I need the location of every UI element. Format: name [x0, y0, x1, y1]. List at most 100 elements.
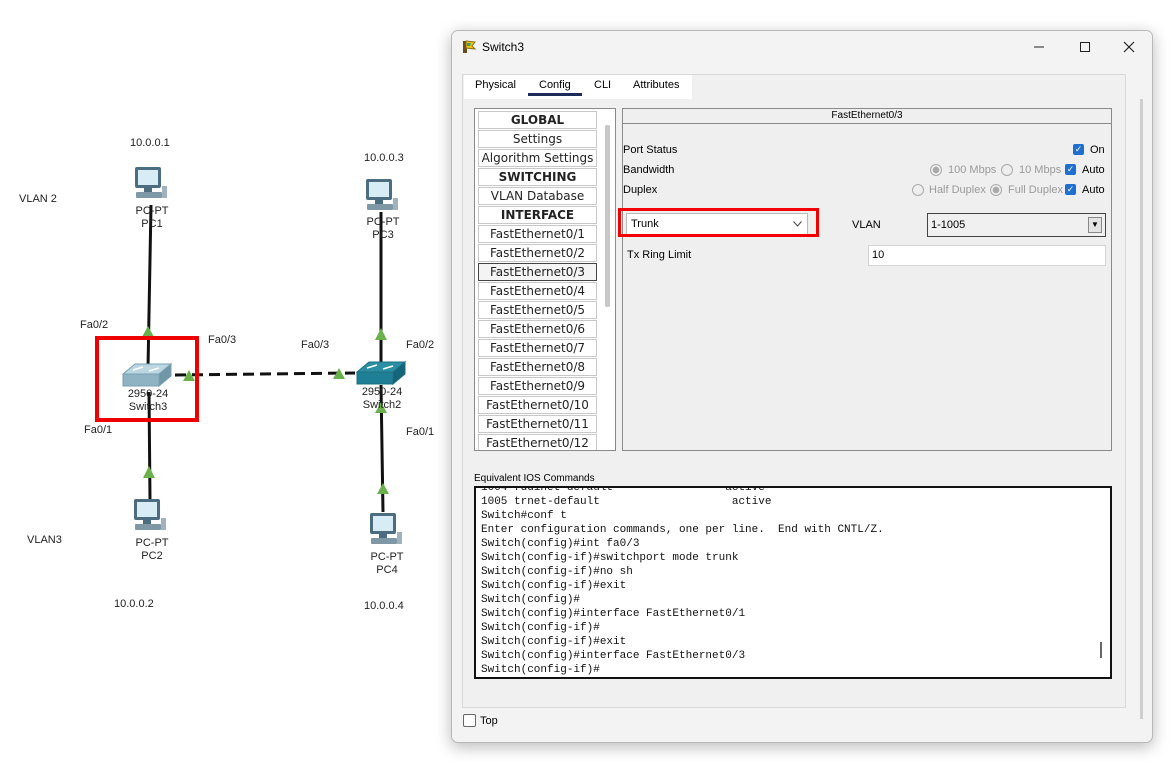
minimize-icon [1034, 46, 1044, 48]
top-checkbox[interactable] [463, 714, 476, 727]
ios-line: Switch(config)#interface FastEthernet0/1 [481, 608, 746, 620]
nav-item-fastethernet0-2[interactable]: FastEthernet0/2 [478, 244, 597, 262]
tab-attributes[interactable]: Attributes [633, 77, 679, 93]
checkmark-icon: ✓ [1066, 184, 1075, 194]
minimize-button[interactable] [1016, 31, 1062, 63]
nav-item-fastethernet0-4[interactable]: FastEthernet0/4 [478, 282, 597, 300]
ip-label-pc1: 10.0.0.1 [129, 137, 171, 149]
pc3-type: PC-PT [366, 216, 400, 228]
duplex-auto-checkbox[interactable]: ✓ [1065, 184, 1076, 195]
duplex-auto-label: Auto [1082, 184, 1105, 196]
checkmark-icon: ✓ [1066, 164, 1075, 174]
nav-item-fastethernet0-6[interactable]: FastEthernet0/6 [478, 320, 597, 338]
pc2-label: PC-PT PC2 [112, 537, 192, 563]
ios-line: Switch(config-if)#exit [481, 580, 627, 592]
vlan-range-value: 1-1005 [931, 219, 966, 231]
pc2-icon[interactable] [131, 498, 167, 532]
half-duplex-label: Half Duplex [929, 184, 986, 196]
ios-commands-label: Equivalent IOS Commands [474, 473, 595, 484]
bw-auto-label: Auto [1082, 164, 1105, 176]
nav-item-fastethernet0-12[interactable]: FastEthernet0/12 [478, 434, 597, 450]
nav-item-switching[interactable]: SWITCHING [478, 168, 597, 186]
tab-physical[interactable]: Physical [475, 77, 516, 93]
vlan-range-dropdown[interactable]: 1-1005 ▼ [927, 213, 1106, 237]
switch2-label: 2950-24 Switch2 [342, 386, 422, 412]
port-mode-highlight-box [618, 208, 819, 237]
pc3-label: PC-PT PC3 [343, 216, 423, 242]
port-label-sw3-fa02: Fa0/2 [79, 319, 110, 331]
bw-100-label: 100 Mbps [948, 164, 997, 176]
port-label-sw3-fa03: Fa0/3 [207, 334, 238, 346]
full-duplex-radio[interactable] [990, 184, 1002, 196]
nav-item-vlan-database[interactable]: VLAN Database [478, 187, 597, 205]
half-duplex-radio[interactable] [912, 184, 924, 196]
port-label-sw3-fa01: Fa0/1 [83, 424, 114, 436]
vlan-label: VLAN [852, 219, 881, 231]
ios-line: 1005 trnet-default active [481, 496, 772, 508]
ip-label-pc3: 10.0.0.3 [363, 152, 405, 164]
port-up-marker [375, 328, 387, 340]
bw-auto-checkbox[interactable]: ✓ [1065, 164, 1076, 175]
port-status-checkbox[interactable]: ✓ [1073, 144, 1084, 155]
dropdown-arrow-icon[interactable]: ▼ [1088, 217, 1102, 233]
tx-ring-label: Tx Ring Limit [627, 249, 692, 261]
ios-scrollbar[interactable] [1100, 642, 1102, 658]
switch2-name: Switch2 [362, 399, 402, 411]
nav-item-fastethernet0-7[interactable]: FastEthernet0/7 [478, 339, 597, 357]
panel-title: FastEthernet0/3 [623, 109, 1111, 124]
nav-item-fastethernet0-1[interactable]: FastEthernet0/1 [478, 225, 597, 243]
pc4-name: PC4 [376, 564, 398, 576]
link-switch3-switch2 [174, 371, 356, 377]
nav-item-fastethernet0-10[interactable]: FastEthernet0/10 [478, 396, 597, 414]
nav-item-interface[interactable]: INTERFACE [478, 206, 597, 224]
top-checkbox-label: Top [480, 715, 498, 727]
ip-label-pc2: 10.0.0.2 [113, 598, 155, 610]
tx-ring-value: 10 [872, 249, 885, 261]
nav-item-settings[interactable]: Settings [478, 130, 597, 148]
nav-item-fastethernet0-11[interactable]: FastEthernet0/11 [478, 415, 597, 433]
bandwidth-label: Bandwidth [623, 164, 675, 176]
pc4-icon[interactable] [367, 512, 403, 546]
nav-item-algorithm-settings[interactable]: Algorithm Settings [478, 149, 597, 167]
bw-10-label: 10 Mbps [1019, 164, 1062, 176]
bw-100-radio[interactable] [930, 164, 942, 176]
nav-item-global[interactable]: GLOBAL [478, 111, 597, 129]
window-titlebar[interactable]: Switch3 [452, 31, 1152, 63]
pc1-label: PC-PT PC1 [112, 205, 192, 231]
tab-config[interactable]: Config [539, 77, 571, 93]
pc1-name: PC1 [141, 218, 163, 230]
nav-item-fastethernet0-8[interactable]: FastEthernet0/8 [478, 358, 597, 376]
pc1-icon[interactable] [132, 166, 168, 200]
ios-commands-textarea[interactable]: 1004 fddinet-default active 1005 trnet-de… [474, 486, 1112, 679]
port-label-sw2-fa01: Fa0/1 [405, 426, 436, 438]
port-up-marker [143, 466, 155, 478]
config-nav-list[interactable]: GLOBAL Settings Algorithm Settings SWITCHIN… [474, 108, 616, 451]
port-label-sw2-fa03: Fa0/3 [300, 339, 331, 351]
nav-list-scrollbar[interactable] [605, 125, 610, 307]
ios-line: Switch(config-if)#switchport mode trunk [481, 552, 739, 564]
ios-line: Switch(config)#int fa0/3 [481, 538, 640, 550]
ios-line: Switch(config-if)# [481, 622, 600, 634]
duplex-label: Duplex [623, 184, 658, 196]
active-tab-underline [528, 93, 582, 96]
ios-line: Switch#conf t [481, 510, 567, 522]
tx-ring-limit-field[interactable]: 10 [868, 245, 1106, 266]
switch3-highlight-box [95, 336, 199, 422]
tab-cli[interactable]: CLI [594, 77, 611, 93]
nav-item-fastethernet0-9[interactable]: FastEthernet0/9 [478, 377, 597, 395]
ip-label-pc4: 10.0.0.4 [363, 600, 405, 612]
ios-line: Switch(config)#interface FastEthernet0/3 [481, 650, 746, 662]
pc2-type: PC-PT [135, 537, 169, 549]
window-scrollbar[interactable] [1140, 99, 1143, 719]
close-button[interactable] [1106, 31, 1152, 63]
full-duplex-label: Full Duplex [1008, 184, 1064, 196]
maximize-icon [1080, 42, 1090, 52]
pc3-icon[interactable] [363, 178, 399, 212]
nav-item-fastethernet0-5[interactable]: FastEthernet0/5 [478, 301, 597, 319]
bw-10-radio[interactable] [1001, 164, 1013, 176]
vlan3-label: VLAN3 [26, 534, 63, 546]
maximize-button[interactable] [1062, 31, 1108, 63]
pc1-type: PC-PT [135, 205, 169, 217]
switch2-icon[interactable] [355, 360, 407, 386]
nav-item-fastethernet0-3[interactable]: FastEthernet0/3 [478, 263, 597, 281]
